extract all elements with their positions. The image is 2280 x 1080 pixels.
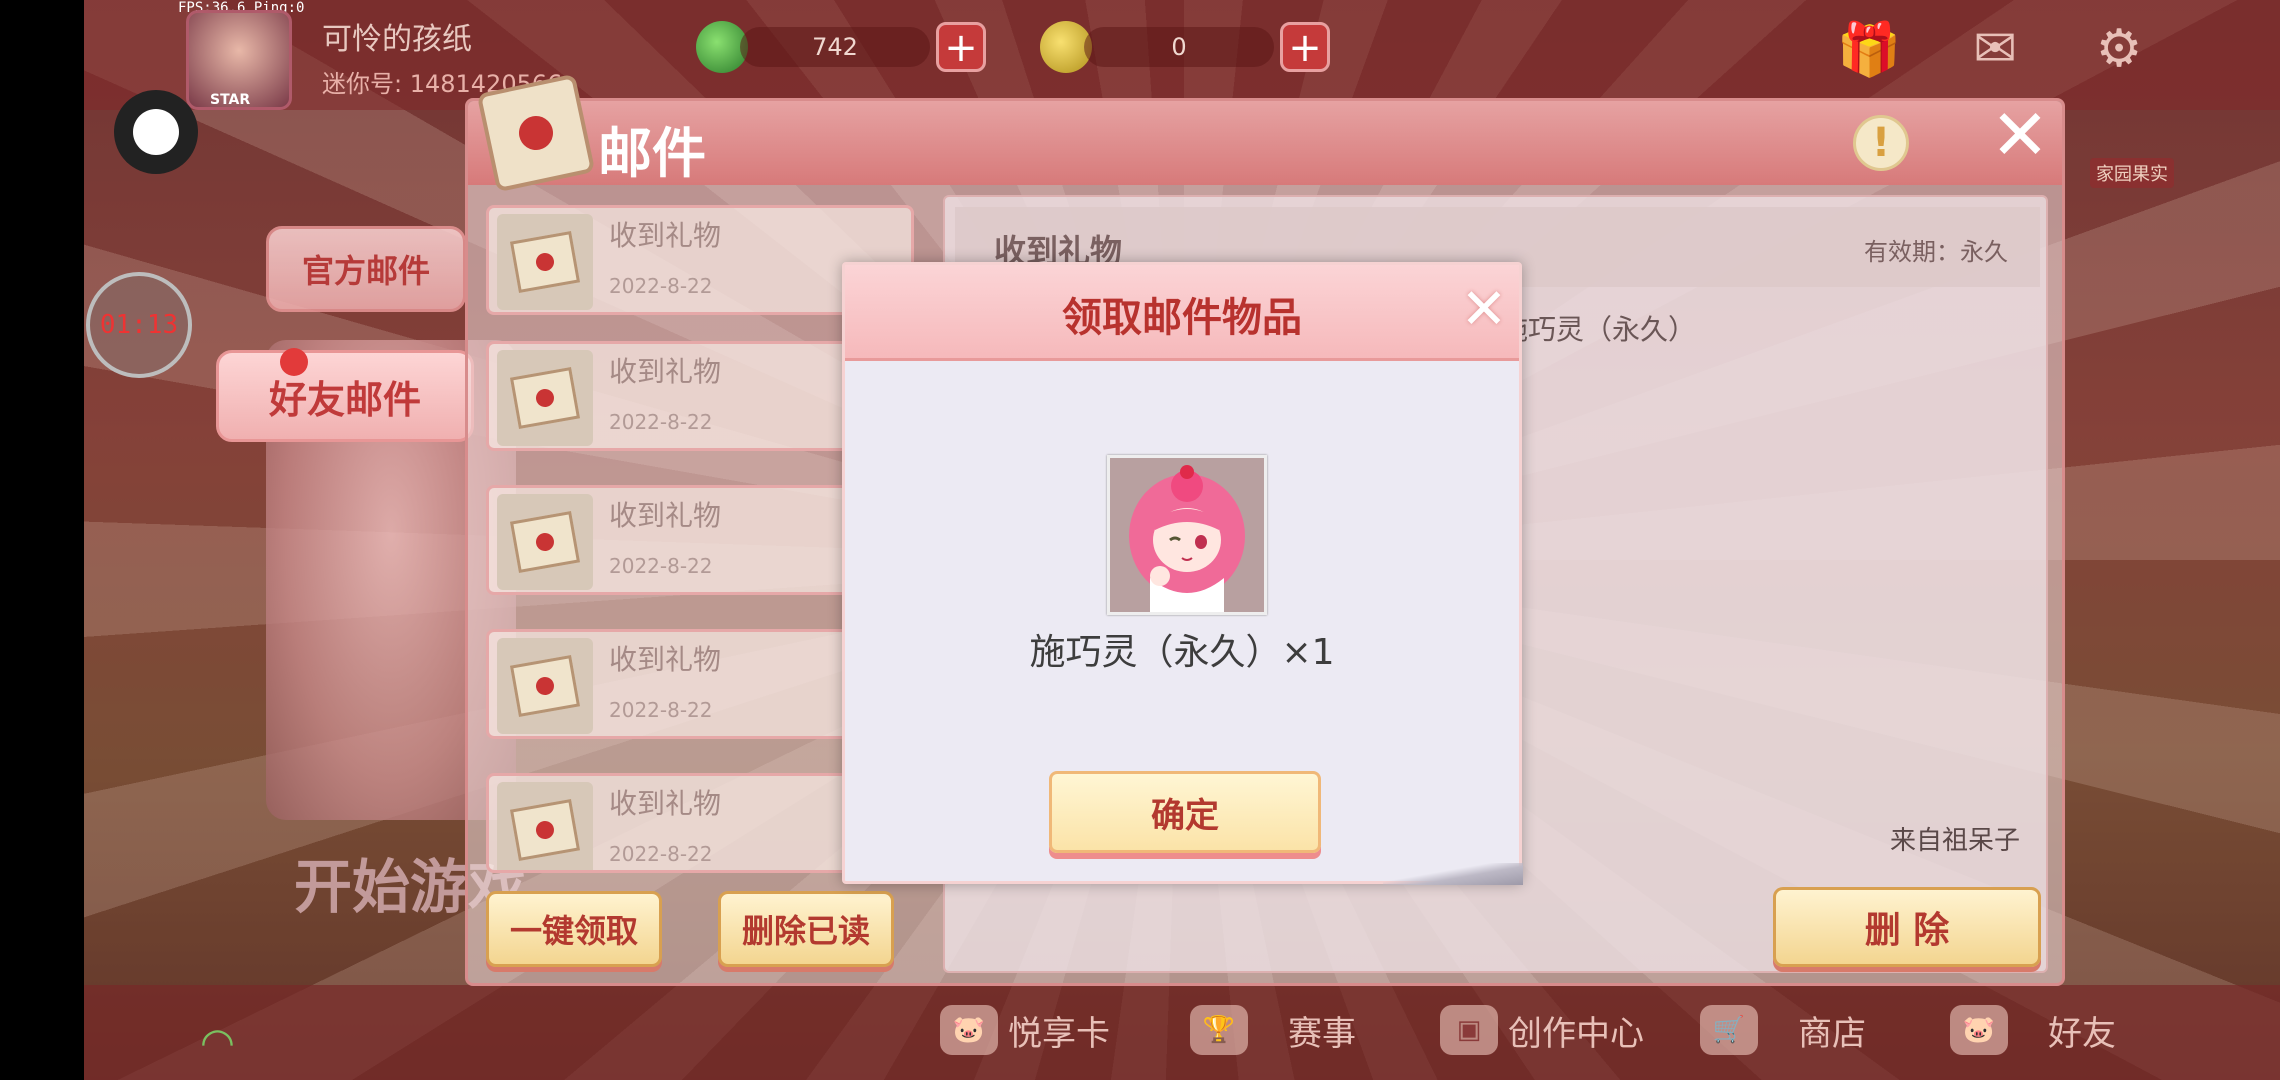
mail-item-icon <box>497 782 593 870</box>
character-portrait-icon <box>1129 465 1245 612</box>
claim-all-label: 一键领取 <box>509 912 638 950</box>
unread-badge <box>280 348 308 376</box>
mail-item-icon <box>497 350 593 446</box>
tab-friend-mail-label: 好友邮件 <box>268 377 421 422</box>
nav-shop[interactable]: 🛒 商店 <box>1700 1000 1866 1060</box>
mail-icon[interactable]: ✉ <box>1960 14 2030 84</box>
claim-all-button[interactable]: 一键领取 <box>486 891 662 967</box>
nav-friends-label: 好友 <box>2048 1013 2116 1054</box>
envelope-icon <box>476 73 596 193</box>
wax-seal-icon <box>515 112 557 154</box>
gift-icon[interactable]: 🎁 <box>1834 14 1904 84</box>
delete-read-label: 删除已读 <box>741 912 870 950</box>
mail-item-title: 收到礼物 <box>609 219 722 252</box>
tab-friend-mail[interactable]: 好友邮件 <box>216 350 474 442</box>
mail-header <box>468 101 2062 185</box>
record-button[interactable] <box>114 90 198 174</box>
nav-card-label: 悦享卡 <box>1008 1013 1110 1054</box>
friend-pig-icon: 🐷 <box>1950 1005 2008 1055</box>
delete-read-button[interactable]: 删除已读 <box>718 891 894 967</box>
nav-shop-label: 商店 <box>1798 1013 1866 1054</box>
delete-label: 删 除 <box>1864 910 1950 951</box>
mail-item-date: 2022-8-22 <box>609 274 713 298</box>
mail-item-icon <box>497 638 593 734</box>
modal-title: 领取邮件物品 <box>1062 295 1302 341</box>
recording-timer: 01:13 <box>86 272 192 378</box>
cube-icon: ▣ <box>1440 1005 1498 1055</box>
add-currency-gold-button[interactable]: + <box>1280 22 1330 72</box>
mail-sender: 来自祖呆子 <box>1890 826 2021 856</box>
cart-icon: 🛒 <box>1700 1005 1758 1055</box>
reward-item-name: 施巧灵（永久）×1 <box>1029 632 1335 673</box>
confirm-label: 确定 <box>1151 795 1219 836</box>
reward-item-frame <box>1107 455 1267 615</box>
info-button[interactable]: ! <box>1853 115 1909 171</box>
mail-detail-item: 施巧灵（永久） <box>1500 313 1697 346</box>
nav-match-label: 赛事 <box>1288 1013 1356 1054</box>
claim-items-modal: 领取邮件物品 ✕ 施巧灵（永久）×1 确定 <box>842 262 1523 885</box>
mail-item-icon <box>497 494 593 590</box>
currency-gold-amount: 0 <box>1084 27 1274 67</box>
add-currency-green-button[interactable]: + <box>936 22 986 72</box>
record-dot-icon <box>133 109 179 155</box>
delete-button[interactable]: 删 除 <box>1773 887 2041 967</box>
close-mail-button[interactable]: ✕ <box>1988 100 2052 170</box>
tab-official-mail-label: 官方邮件 <box>301 252 430 290</box>
mail-validity: 有效期：永久 <box>1864 238 2008 266</box>
event-label[interactable]: 家园果实 <box>2090 158 2174 188</box>
confirm-button[interactable]: 确定 <box>1049 771 1321 853</box>
nav-create-label: 创作中心 <box>1508 1013 1644 1054</box>
mail-item-date: 2022-8-22 <box>609 554 713 578</box>
mail-item-title: 收到礼物 <box>609 355 722 388</box>
mail-item-icon <box>497 214 593 310</box>
mail-item-title: 收到礼物 <box>609 643 722 676</box>
nav-match[interactable]: 🏆 赛事 <box>1190 1000 1356 1060</box>
mail-item-date: 2022-8-22 <box>609 410 713 434</box>
nav-friends[interactable]: 🐷 好友 <box>1950 1000 2116 1060</box>
nav-card[interactable]: 🐷 悦享卡 <box>940 1000 1110 1060</box>
mail-item-date: 2022-8-22 <box>609 842 713 866</box>
currency-green: 742 + <box>696 18 986 76</box>
page-curl-decoration <box>1383 863 1523 885</box>
wifi-icon: ◠ <box>200 1020 235 1066</box>
mail-title: 邮件 <box>598 122 706 185</box>
currency-green-amount: 742 <box>740 27 930 67</box>
player-name: 可怜的孩纸 <box>322 22 472 57</box>
star-label: STAR <box>210 92 251 108</box>
close-modal-button[interactable]: ✕ <box>1459 282 1509 338</box>
nav-create[interactable]: ▣ 创作中心 <box>1440 1000 1644 1060</box>
mail-item-title: 收到礼物 <box>609 499 722 532</box>
mail-item-title: 收到礼物 <box>609 787 722 820</box>
currency-gold: 0 + <box>1040 18 1330 76</box>
mail-item-date: 2022-8-22 <box>609 698 713 722</box>
pig-card-icon: 🐷 <box>940 1005 998 1055</box>
trophy-icon: 🏆 <box>1190 1005 1248 1055</box>
tab-official-mail[interactable]: 官方邮件 <box>266 226 466 312</box>
settings-gear-icon[interactable]: ⚙ <box>2084 14 2154 84</box>
